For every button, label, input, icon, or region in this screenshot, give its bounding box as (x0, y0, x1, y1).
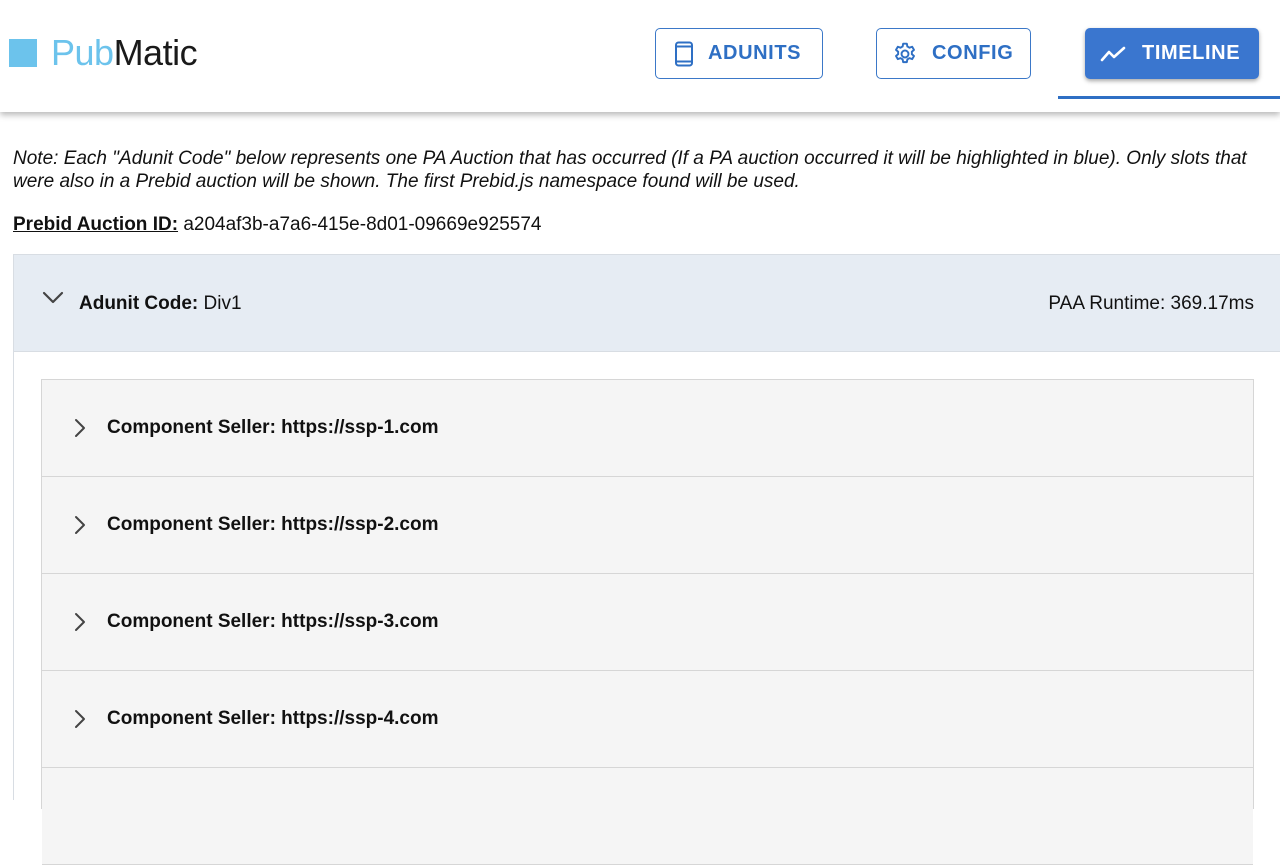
config-tab-label: CONFIG (932, 42, 1014, 64)
logo-square-icon (9, 39, 37, 67)
paa-runtime: PAA Runtime: 369.17ms (1048, 293, 1254, 314)
timeline-tab-button[interactable]: TIMELINE (1085, 28, 1259, 79)
adunit-code-label: Adunit Code: (79, 293, 199, 314)
prebid-auction-id: Prebid Auction ID: a204af3b-a7a6-415e-8d… (13, 213, 541, 236)
gear-icon (892, 41, 918, 67)
component-seller-label: Component Seller: https://ssp-3.com (107, 611, 439, 632)
top-app-bar: PubMatic ADUNITS CONFIG TIMELINE (0, 0, 1280, 112)
component-seller-row[interactable]: Component Seller: https://ssp-3.com (42, 574, 1253, 671)
logo-pub-text: Pub (51, 32, 114, 73)
adunit-code: Adunit Code: Div1 (79, 292, 242, 315)
chevron-right-icon (74, 612, 86, 637)
adunits-tab-button[interactable]: ADUNITS (655, 28, 823, 79)
adunit-accordion-header[interactable]: Adunit Code: Div1 PAA Runtime: 369.17ms (14, 255, 1280, 352)
chevron-right-icon (74, 709, 86, 734)
component-seller-list: Component Seller: https://ssp-1.com Comp… (41, 379, 1254, 865)
timeline-tab-label: TIMELINE (1142, 42, 1241, 64)
adunit-code-value: Div1 (203, 293, 242, 314)
prebid-auction-id-label: Prebid Auction ID: (13, 214, 179, 235)
chevron-right-icon (74, 515, 86, 540)
component-seller-row[interactable]: Component Seller: https://ssp-2.com (42, 477, 1253, 574)
component-seller-row-partial[interactable] (42, 768, 1253, 865)
chevron-right-icon (74, 418, 86, 443)
phone-icon (674, 41, 694, 67)
chevron-down-icon (42, 291, 64, 310)
adunits-tab-label: ADUNITS (708, 42, 802, 64)
prebid-auction-id-value: a204af3b-a7a6-415e-8d01-09669e925574 (183, 214, 542, 235)
logo-wordmark: PubMatic (51, 35, 198, 71)
component-seller-label: Component Seller: https://ssp-1.com (107, 417, 439, 438)
config-tab-button[interactable]: CONFIG (876, 28, 1031, 79)
pubmatic-logo: PubMatic (9, 35, 198, 71)
component-seller-label: Component Seller: https://ssp-2.com (107, 514, 439, 535)
auction-note: Note: Each "Adunit Code" below represent… (13, 148, 1247, 192)
trending-up-icon (1100, 44, 1128, 64)
adunit-accordion: Adunit Code: Div1 PAA Runtime: 369.17ms … (13, 254, 1280, 865)
component-seller-row[interactable]: Component Seller: https://ssp-4.com (42, 671, 1253, 768)
component-seller-label: Component Seller: https://ssp-4.com (107, 708, 439, 729)
logo-matic-text: Matic (113, 32, 198, 73)
active-tab-indicator (1058, 96, 1280, 99)
component-seller-row[interactable]: Component Seller: https://ssp-1.com (42, 380, 1253, 477)
